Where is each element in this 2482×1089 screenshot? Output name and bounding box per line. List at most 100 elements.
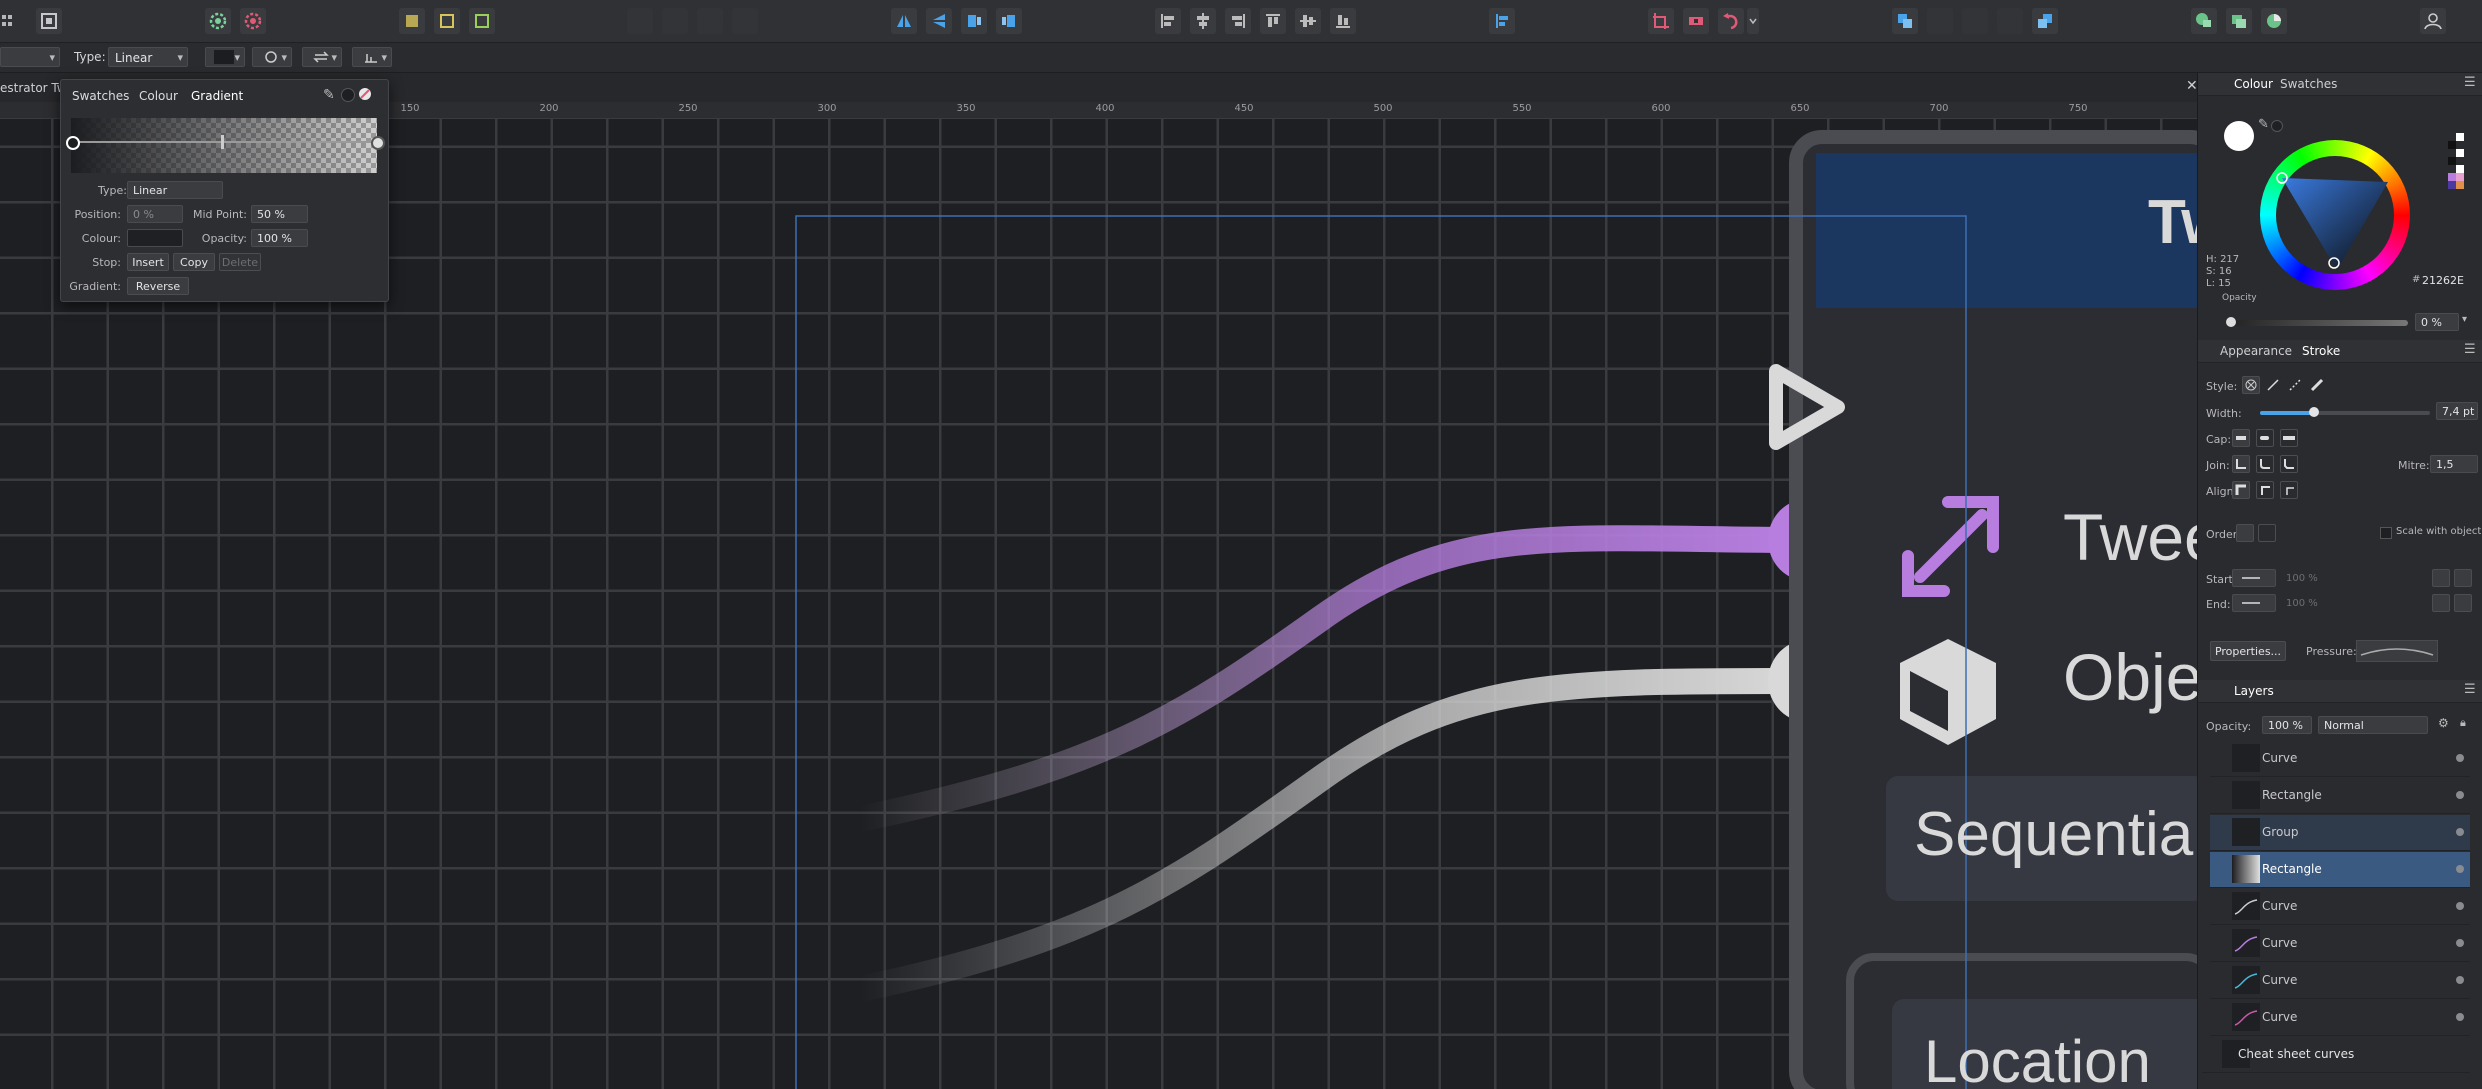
arrow-reset-icon[interactable]: [2454, 594, 2472, 612]
start-arrow-dropdown[interactable]: [2232, 569, 2276, 587]
align-center-stroke-icon[interactable]: [2256, 481, 2274, 499]
layers-panel-menu-icon[interactable]: ☰: [2464, 682, 2476, 697]
align-bottom-icon[interactable]: [1330, 8, 1356, 34]
arrow-swap-start-icon[interactable]: [2432, 569, 2450, 587]
eyedropper-icon[interactable]: ✎: [323, 87, 335, 103]
disabled-tool-3-icon[interactable]: [697, 8, 723, 34]
invert-selection-icon[interactable]: [469, 8, 495, 34]
cap-round-icon[interactable]: [2256, 429, 2274, 447]
stop-colour-swatch[interactable]: [127, 229, 183, 247]
disabled-tool-1-icon[interactable]: [627, 8, 653, 34]
stroke-width-slider-thumb[interactable]: [2309, 407, 2320, 417]
context-type-dropdown[interactable]: Linear: [108, 47, 188, 68]
popover-tab-gradient[interactable]: Gradient: [191, 89, 243, 103]
gradient-stop-end[interactable]: [371, 136, 385, 150]
style-solid-icon[interactable]: [2264, 376, 2282, 394]
join-round-icon[interactable]: [2256, 455, 2274, 473]
join-bevel-icon[interactable]: [2280, 455, 2298, 473]
arrange-disabled-3-icon[interactable]: [1997, 8, 2023, 34]
style-none-icon[interactable]: [2242, 376, 2260, 394]
arrange-back-icon[interactable]: [2032, 8, 2058, 34]
join-miter-icon[interactable]: [2232, 455, 2250, 473]
layer-item[interactable]: Curve: [2210, 926, 2470, 962]
colour-opacity-slider[interactable]: [2228, 320, 2408, 326]
arrange-disabled-2-icon[interactable]: [1962, 8, 1988, 34]
insert-stop-button[interactable]: Insert: [127, 253, 169, 271]
saturation-triangle[interactable]: [2260, 140, 2410, 290]
align-left-icon[interactable]: [1155, 8, 1181, 34]
midpoint-field[interactable]: 50 %: [251, 205, 308, 223]
popover-tab-colour[interactable]: Colour: [139, 89, 178, 103]
arrange-front-icon[interactable]: [1892, 8, 1918, 34]
opacity-dropdown-chevron-icon[interactable]: ▾: [2462, 314, 2467, 325]
picked-colour-swatch-icon[interactable]: [341, 88, 355, 102]
settings-gear-icon[interactable]: [205, 8, 231, 34]
close-document-icon[interactable]: ✕: [2186, 78, 2198, 94]
fill-colour-circle[interactable]: [2224, 121, 2254, 151]
colour-picker-icon[interactable]: ✎: [2258, 117, 2269, 132]
layer-visibility-dot[interactable]: [2456, 791, 2464, 799]
disabled-tool-2-icon[interactable]: [662, 8, 688, 34]
gradient-midpoint-handle[interactable]: [221, 135, 224, 149]
rotate-left-icon[interactable]: [961, 8, 987, 34]
order-stroke-front-icon[interactable]: [2258, 524, 2276, 542]
grid-menu-icon[interactable]: [0, 8, 16, 34]
hue-wheel[interactable]: [2260, 140, 2410, 290]
position-field[interactable]: 0 %: [127, 205, 183, 223]
popover-tab-swatches[interactable]: Swatches: [72, 89, 129, 103]
flip-vertical-icon[interactable]: [926, 8, 952, 34]
undo-dropdown-chevron-icon[interactable]: [1747, 8, 1759, 34]
style-dashed-icon[interactable]: [2286, 376, 2304, 394]
layer-visibility-dot[interactable]: [2456, 1013, 2464, 1021]
snap-gear-icon[interactable]: [240, 8, 266, 34]
gradient-options-button[interactable]: [352, 47, 392, 68]
layer-opacity-field[interactable]: 100 %: [2262, 716, 2312, 734]
mitre-field[interactable]: 1,5: [2430, 455, 2478, 473]
select-all-icon[interactable]: [399, 8, 425, 34]
gradient-type-dropdown[interactable]: Linear: [127, 181, 223, 199]
gradient-swatch-button[interactable]: [205, 47, 245, 68]
layer-visibility-dot[interactable]: [2456, 902, 2464, 910]
panel-tab-colour[interactable]: Colour: [2234, 77, 2273, 91]
align-top-icon[interactable]: [1260, 8, 1286, 34]
align-center-icon[interactable]: [1190, 8, 1216, 34]
layer-visibility-dot[interactable]: [2456, 828, 2464, 836]
style-brush-icon[interactable]: [2308, 376, 2326, 394]
context-first-dropdown[interactable]: [0, 47, 60, 68]
copy-stop-button[interactable]: Copy: [173, 253, 215, 271]
align-inside-icon[interactable]: [2232, 481, 2250, 499]
account-user-icon[interactable]: [2420, 8, 2446, 34]
studio-layers-icon[interactable]: [2226, 8, 2252, 34]
order-stroke-behind-icon[interactable]: [2236, 524, 2254, 542]
align-right-icon[interactable]: [1225, 8, 1251, 34]
stroke-properties-button[interactable]: Properties...: [2210, 641, 2286, 661]
stroke-colour-circle[interactable]: [2271, 120, 2283, 132]
hex-value[interactable]: 21262E: [2422, 274, 2464, 287]
stroke-width-field[interactable]: 7,4 pt: [2436, 402, 2478, 420]
layer-visibility-dot[interactable]: [2456, 939, 2464, 947]
select-none-icon[interactable]: [434, 8, 460, 34]
panel-tab-layers[interactable]: Layers: [2234, 684, 2274, 698]
colour-opacity-field[interactable]: 0 %: [2415, 313, 2459, 331]
layer-item[interactable]: Curve: [2210, 889, 2470, 925]
layer-visibility-dot[interactable]: [2456, 865, 2464, 873]
layer-visibility-dot[interactable]: [2456, 754, 2464, 762]
recent-colours-grid[interactable]: [2446, 131, 2472, 201]
end-arrow-dropdown[interactable]: [2232, 594, 2276, 612]
arrow-clear-icon[interactable]: [2432, 594, 2450, 612]
scale-with-object-checkbox[interactable]: [2380, 527, 2392, 539]
transform-origin-icon[interactable]: [1648, 8, 1674, 34]
layer-item[interactable]: Curve: [2210, 741, 2470, 777]
layer-group-item[interactable]: Cheat sheet curves: [2202, 1037, 2470, 1073]
reverse-gradient-button[interactable]: [302, 47, 342, 68]
rotate-right-icon[interactable]: [996, 8, 1022, 34]
rotate-gradient-button[interactable]: [252, 47, 292, 68]
layer-item[interactable]: Rectangle: [2210, 778, 2470, 814]
disabled-tool-4-icon[interactable]: [732, 8, 758, 34]
studio-color-icon[interactable]: [2261, 8, 2287, 34]
cap-butt-icon[interactable]: [2232, 429, 2250, 447]
reverse-gradient-text-button[interactable]: Reverse: [127, 277, 189, 295]
studio-chat-icon[interactable]: [2191, 8, 2217, 34]
panel-tab-swatches[interactable]: Swatches: [2280, 77, 2337, 91]
distribute-icon[interactable]: [1489, 8, 1515, 34]
